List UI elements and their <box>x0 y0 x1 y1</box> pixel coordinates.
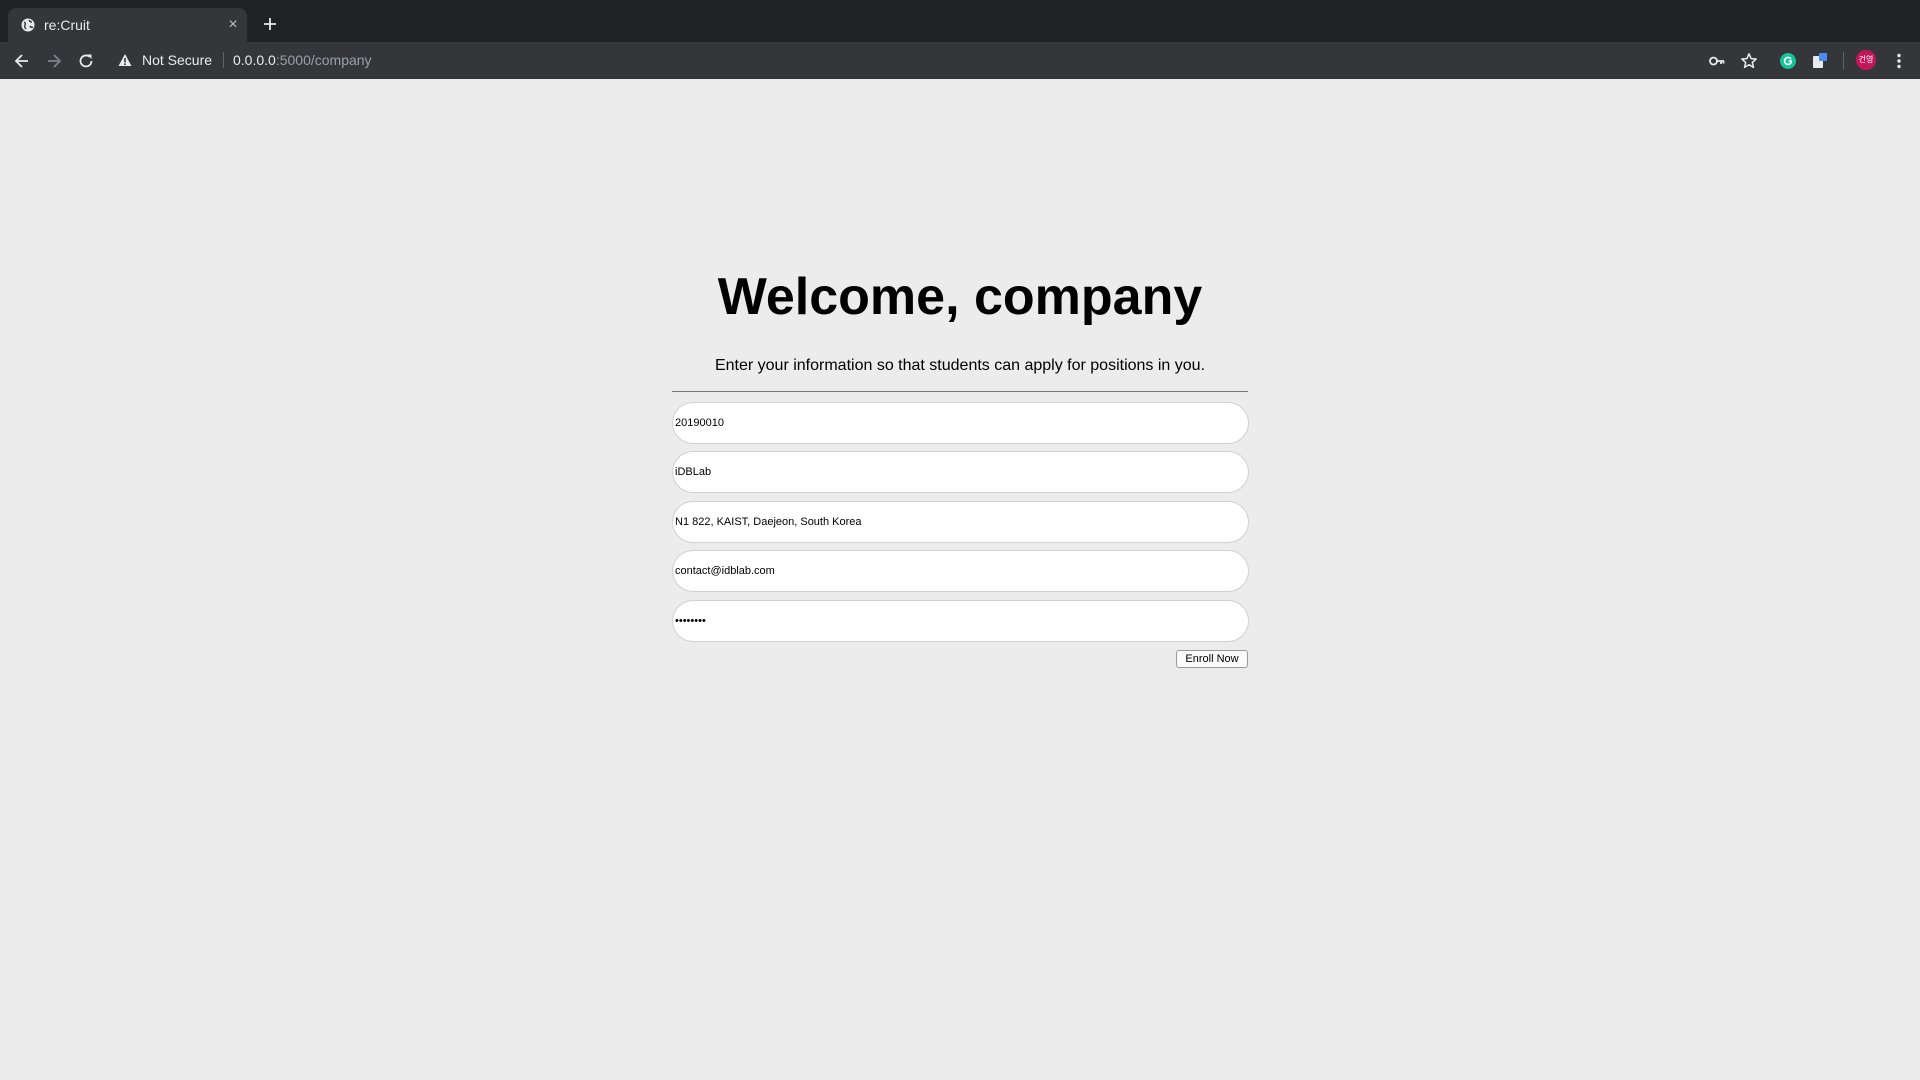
grammarly-extension-icon[interactable] <box>1778 51 1798 71</box>
tab-title: re:Cruit <box>44 17 90 33</box>
url-host: 0.0.0.0 <box>233 52 276 68</box>
forward-arrow-icon[interactable] <box>44 51 64 71</box>
star-icon[interactable] <box>1739 51 1759 71</box>
company-name-input[interactable] <box>672 451 1249 493</box>
omnibox-separator <box>223 52 224 68</box>
close-icon[interactable]: × <box>225 17 241 33</box>
page-title: Welcome, company <box>717 268 1203 326</box>
address-input[interactable] <box>672 501 1249 543</box>
back-arrow-icon[interactable] <box>12 51 32 71</box>
key-icon[interactable] <box>1707 51 1727 71</box>
page-content: Welcome, company Enter your information … <box>0 79 1920 1080</box>
globe-icon <box>21 18 35 32</box>
browser-toolbar: Not Secure 0.0.0.0:5000/company 건영 <box>0 42 1920 79</box>
enroll-now-button[interactable]: Enroll Now <box>1176 650 1248 668</box>
browser-chrome: re:Cruit × Not Secure 0.0.0.0:5000/compa… <box>0 0 1920 79</box>
warning-icon <box>118 54 132 66</box>
security-label[interactable]: Not Secure <box>142 52 212 68</box>
page-subtitle: Enter your information so that students … <box>714 357 1206 374</box>
reload-icon[interactable] <box>76 51 96 71</box>
menu-kebab-icon[interactable] <box>1889 51 1909 71</box>
url-text[interactable]: 0.0.0.0:5000/company <box>233 52 372 68</box>
url-path: :5000/company <box>275 52 372 68</box>
new-tab-plus-icon[interactable] <box>260 14 280 34</box>
extension-icon[interactable] <box>1810 51 1830 71</box>
address-bar[interactable]: Not Secure 0.0.0.0:5000/company <box>108 45 1708 75</box>
company-id-input[interactable] <box>672 402 1249 444</box>
tab-strip: re:Cruit × <box>0 0 1920 42</box>
profile-avatar[interactable]: 건영 <box>1856 50 1876 70</box>
password-input[interactable] <box>672 600 1249 642</box>
toolbar-divider <box>1843 52 1844 70</box>
browser-tab[interactable]: re:Cruit × <box>8 8 247 42</box>
form-divider <box>672 391 1248 392</box>
email-input[interactable] <box>672 550 1249 592</box>
